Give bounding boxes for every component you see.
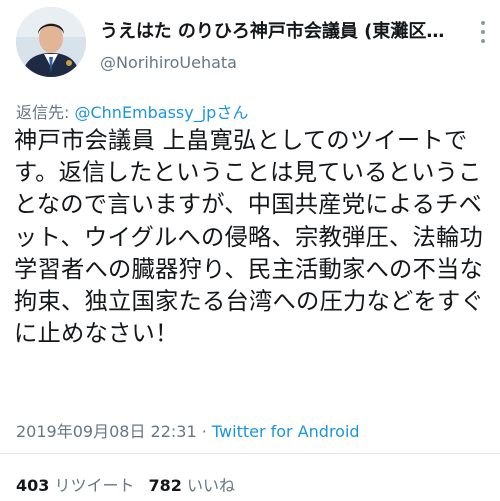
tweet-text: 神戸市会議員 上畠寛弘としてのツイートです。返信したということは見ているというこ… [14,127,484,348]
tweet-stats: 403 リツイート 782 いいね [16,472,235,496]
divider [0,453,500,454]
retweets-count: 403 [16,476,50,495]
tweet-card: うえはた のりひろ神戸市会議員 (東灘区… @NorihiroUehata 返信… [0,0,500,501]
more-dot [481,39,485,43]
screen-name[interactable]: @NorihiroUehata [100,53,237,72]
display-name[interactable]: うえはた のりひろ神戸市会議員 (東灘区… [100,17,450,43]
reply-to-prefix: 返信先: [16,103,75,122]
likes-stat[interactable]: 782 いいね [149,476,236,495]
likes-label: いいね [181,476,235,495]
more-dot [481,21,485,25]
reply-mention-link[interactable]: @ChnEmbassy_jpさん [74,103,248,122]
avatar[interactable] [16,7,86,77]
reply-to-line: 返信先: @ChnEmbassy_jpさん [16,99,248,123]
retweets-label: リツイート [49,476,135,495]
likes-count: 782 [148,476,182,495]
tweet-timestamp[interactable]: 2019年09月08日 22:31 · [16,422,212,441]
tweet-source-link[interactable]: Twitter for Android [212,422,360,441]
tweet-meta: 2019年09月08日 22:31 · Twitter for Android [16,418,360,442]
tweet-header: うえはた のりひろ神戸市会議員 (東灘区… @NorihiroUehata [16,7,486,83]
more-vertical-icon[interactable] [478,21,488,43]
avatar-photo-icon [16,7,86,77]
retweets-stat[interactable]: 403 リツイート [16,476,135,495]
more-dot [481,30,485,34]
